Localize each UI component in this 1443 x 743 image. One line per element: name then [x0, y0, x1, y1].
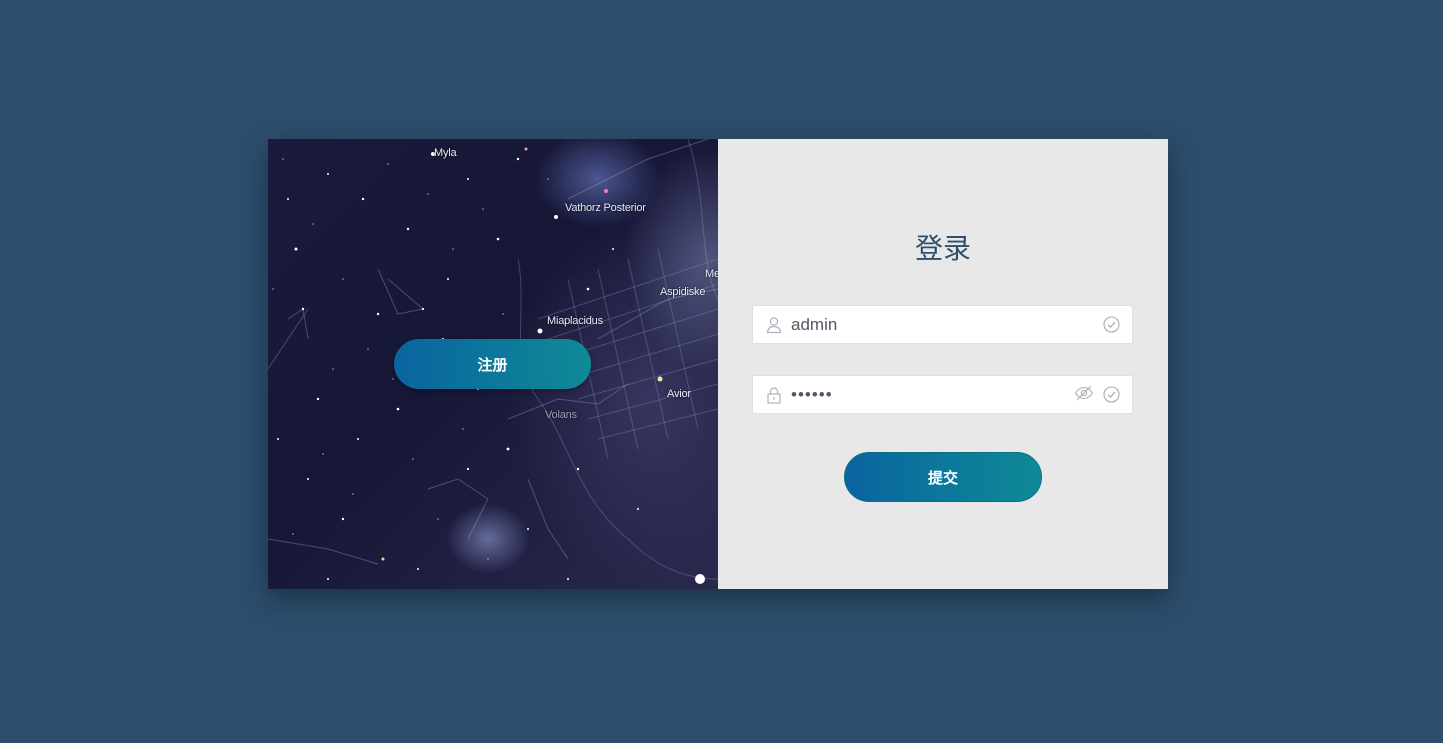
- login-card: Myla Vathorz Posterior Aspidiske Miaplac…: [268, 139, 1168, 589]
- password-field[interactable]: [752, 375, 1133, 414]
- star-label-volans: Volans: [545, 409, 577, 421]
- submit-button[interactable]: 提交: [844, 452, 1042, 502]
- circle-check-icon: [1103, 386, 1120, 403]
- login-panel: 登录 admin 提交: [718, 139, 1168, 589]
- star-label-miaplacidus: Miaplacidus: [547, 315, 603, 327]
- star-label-aspidiske: Aspidiske: [660, 286, 706, 298]
- lock-icon: [767, 387, 781, 404]
- user-icon: [766, 317, 782, 334]
- username-field[interactable]: [752, 305, 1133, 344]
- password-input[interactable]: [791, 376, 1071, 413]
- star-label-me: Me: [705, 268, 718, 280]
- star-label-vathorz-posterior: Vathorz Posterior: [565, 202, 646, 214]
- star-label-myla: Myla: [434, 147, 457, 159]
- eye-off-icon[interactable]: [1074, 384, 1094, 402]
- register-button[interactable]: 注册: [394, 339, 591, 389]
- circle-check-icon: [1103, 316, 1120, 333]
- starfield-panel: Myla Vathorz Posterior Aspidiske Miaplac…: [268, 139, 718, 589]
- login-title: 登录: [914, 232, 971, 265]
- star-label-avior: Avior: [667, 388, 691, 400]
- username-input[interactable]: [791, 306, 1071, 343]
